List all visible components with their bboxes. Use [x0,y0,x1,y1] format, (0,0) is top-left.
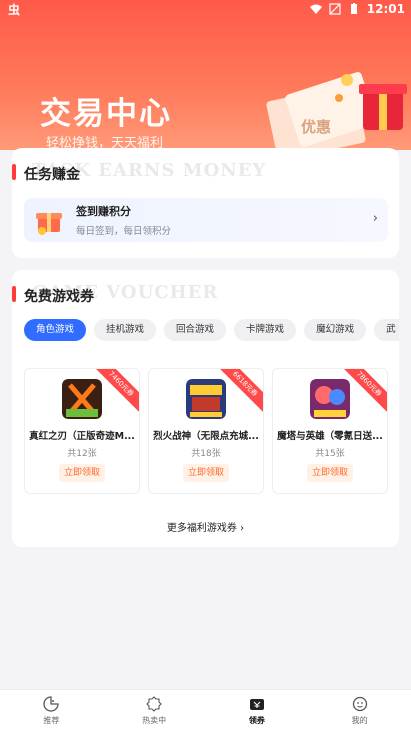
checkin-task-item[interactable]: 签到赚积分 每日签到，每日领积分 › [24,198,388,242]
nav-profile[interactable]: 我的 [308,690,411,732]
task-card: TASK EARNS MONEY 任务赚金 签到赚积分 每日签到，每日领积分 › [12,148,399,258]
coupon-icon [249,699,264,710]
hero-banner: 交易中心 轻松挣钱，天天福利 优惠 [0,0,411,150]
nav-label: 领券 [248,716,265,725]
tab-fantasy-games[interactable]: 魔幻游戏 [304,319,367,341]
category-tabs: 角色游戏 挂机游戏 回合游戏 卡牌游戏 魔幻游戏 武 [24,319,399,341]
section-accent-bar [12,164,16,180]
profile-icon [352,696,367,712]
game-icon [62,379,102,419]
checkin-description: 每日签到，每日领积分 [76,226,172,237]
tab-turn-based-games[interactable]: 回合游戏 [164,319,227,341]
clock: 12:01 [366,2,405,16]
claim-button[interactable]: 立即领取 [59,464,105,482]
game-name: 魔塔与英雄（零氪日送... [277,431,383,442]
nav-label: 推荐 [43,716,60,725]
section-accent-bar [12,286,16,302]
claim-button[interactable]: 立即领取 [307,464,353,482]
hero-title: 交易中心 [40,96,172,132]
game-card[interactable]: 7860元券 魔塔与英雄（零氪日送... 共15张 立即领取 [272,368,388,494]
tab-idle-games[interactable]: 挂机游戏 [94,319,157,341]
game-name: 烈火战神（无限点充城... [153,431,259,442]
recommend-icon [43,696,60,712]
nav-label: 热卖中 [142,716,167,725]
claim-button[interactable]: 立即领取 [183,464,229,482]
game-name: 真红之刃（正版奇迹M... [29,431,135,442]
status-bar: 虫 12:01 [0,0,411,18]
coupon-gift-illustration: 优惠 [266,72,407,150]
more-vouchers-link[interactable]: 更多福利游戏券 › [12,519,399,534]
svg-text:优惠: 优惠 [301,118,331,136]
nav-coupon[interactable]: 领券 [206,690,309,732]
tab-card-games[interactable]: 卡牌游戏 [234,319,297,341]
nav-hot-sale[interactable]: 热卖中 [103,690,206,732]
checkin-title: 签到赚积分 [76,205,131,218]
game-icon [186,379,226,419]
bottom-navigation: 推荐 热卖中 领券 我的 [0,689,411,732]
wifi-icon [309,4,322,14]
tab-role-games[interactable]: 角色游戏 [24,319,87,341]
voucher-card: GAME VOUCHER 免费游戏券 角色游戏 挂机游戏 回合游戏 卡牌游戏 魔… [12,270,399,547]
game-card[interactable]: 7460元券 真红之刃（正版奇迹M... 共12张 立即领取 [24,368,140,494]
voucher-count: 共18张 [191,449,221,459]
game-icon [310,379,350,419]
no-signal-icon [329,3,341,15]
section-title: 任务赚金 [24,167,80,183]
game-voucher-list: 7460元券 真红之刃（正版奇迹M... 共12张 立即领取 6618元券 烈火… [24,368,388,494]
tab-martial-games[interactable]: 武 [374,319,399,341]
section-title: 免费游戏券 [24,289,94,305]
hot-sale-icon [146,696,162,712]
voucher-count: 共12张 [67,449,97,459]
chevron-right-icon: › [372,211,378,226]
nav-label: 我的 [351,716,368,725]
app-notification-icon: 虫 [8,2,21,17]
voucher-count: 共15张 [315,449,345,459]
battery-icon [350,3,357,14]
gift-box-icon [36,213,62,235]
nav-recommend[interactable]: 推荐 [0,690,103,732]
game-card[interactable]: 6618元券 烈火战神（无限点充城... 共18张 立即领取 [148,368,264,494]
